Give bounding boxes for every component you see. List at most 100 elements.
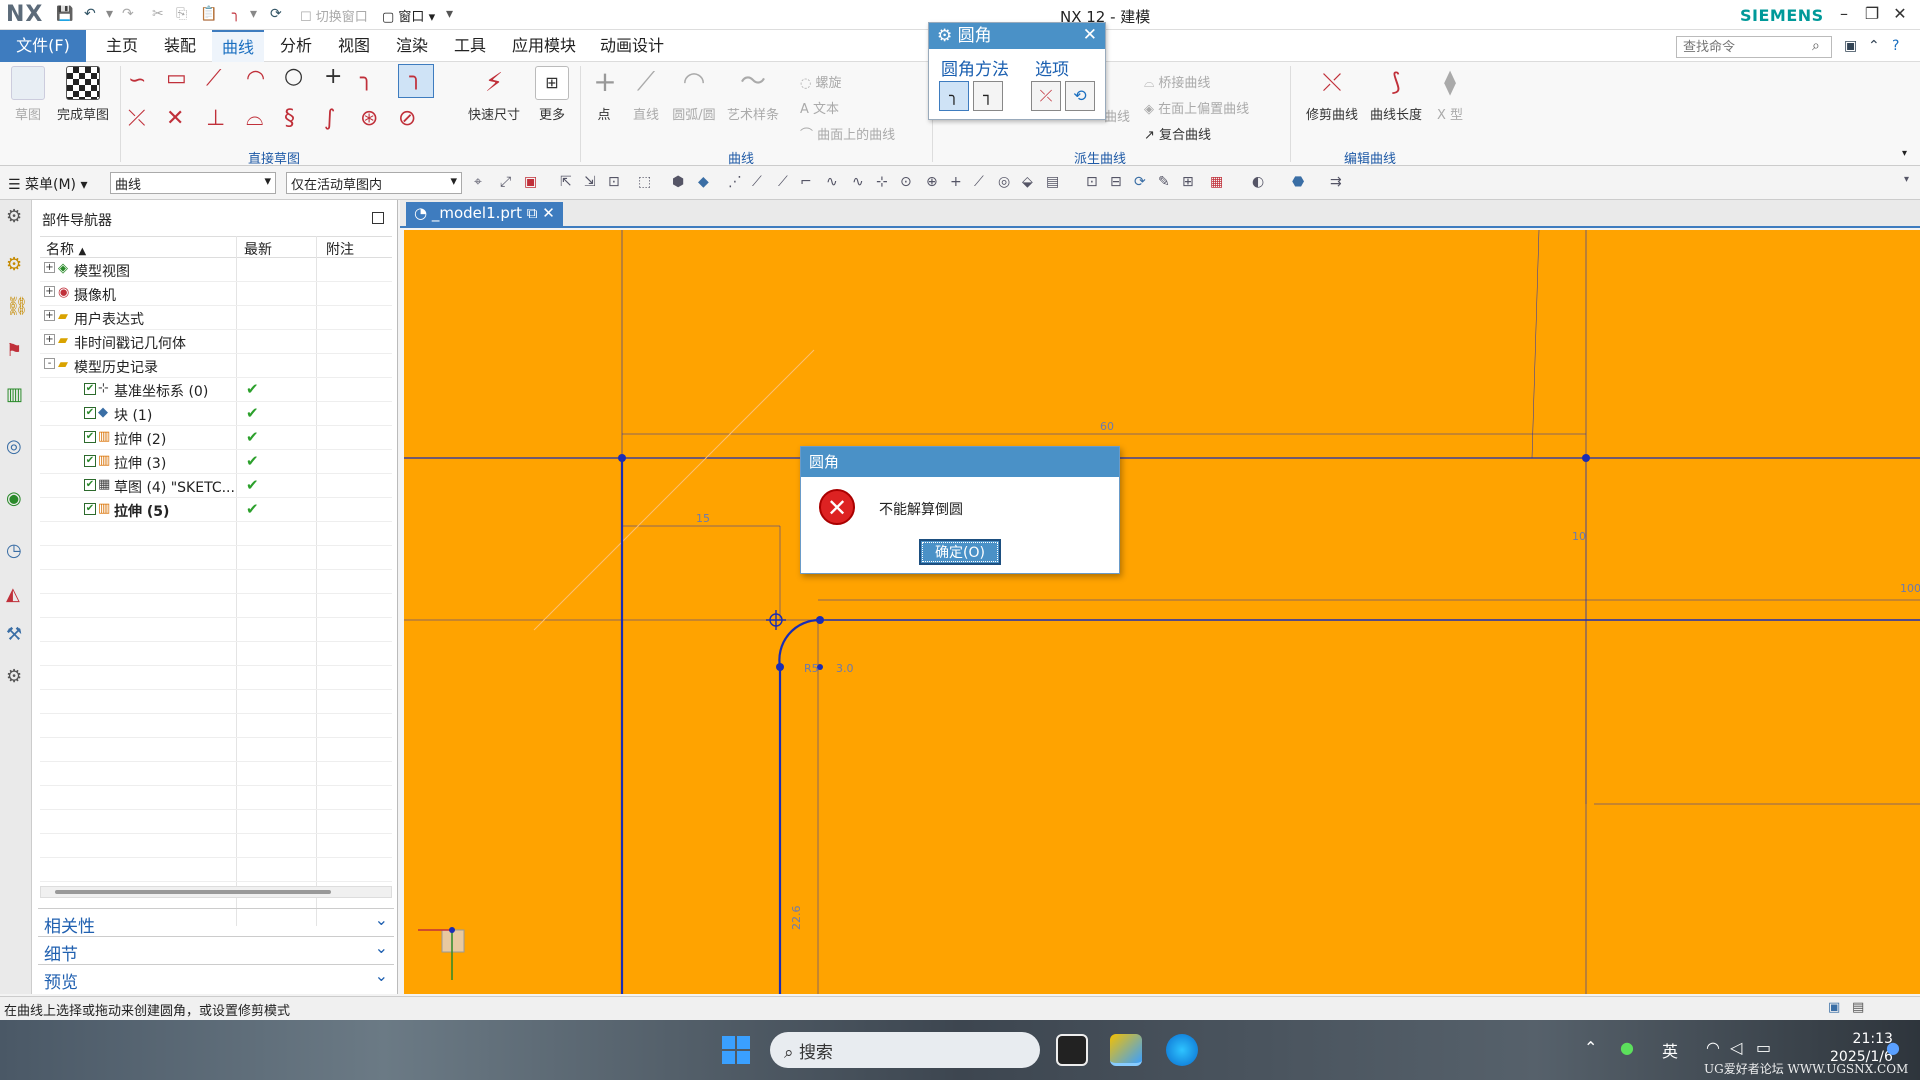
roles-icon[interactable]: ⚙ [6, 666, 22, 687]
point-on-curve-icon[interactable]: ⟋ [974, 174, 984, 190]
status-window-icon[interactable]: ▤ [1852, 1000, 1864, 1015]
dimension-label[interactable]: R5 [804, 662, 819, 675]
panel-details[interactable]: 细节 ⌄ [38, 936, 394, 965]
undo-icon[interactable]: ↶ [84, 6, 96, 22]
switch-window-button[interactable]: ☐ 切换窗口 [300, 6, 368, 25]
undo-dropdown-icon[interactable]: ▾ [106, 6, 113, 22]
arc-icon[interactable]: ◠ [246, 66, 265, 91]
trim-curve-button[interactable]: ⤬ 修剪曲线 [1302, 66, 1362, 123]
search-icon[interactable]: ⌕ [1812, 38, 1820, 54]
tab-analysis[interactable]: 分析 [270, 30, 322, 62]
expand-icon[interactable]: + [44, 286, 55, 297]
ok-button[interactable]: 确定(O) [919, 539, 1001, 565]
nx-app-icon[interactable] [1110, 1034, 1142, 1066]
view-icon[interactable]: ⊡ [1086, 174, 1098, 190]
text-button[interactable]: A 文本 [800, 98, 839, 117]
tangent-icon[interactable]: ⊕ [926, 174, 938, 190]
line-icon[interactable]: ⟋ [206, 66, 221, 91]
battery-icon[interactable]: ▭ [1756, 1038, 1771, 1057]
bridge-curve-button[interactable]: ⌓ 桥接曲线 [1144, 72, 1210, 91]
part-navigator-icon[interactable]: ⚑ [6, 340, 22, 361]
fillet-dropdown-icon[interactable]: ▾ [250, 6, 257, 22]
tray-overflow-icon[interactable]: ⌃ [1584, 1038, 1597, 1057]
tab-tools[interactable]: 工具 [444, 30, 496, 62]
tab-render[interactable]: 渲染 [386, 30, 438, 62]
ribbon-options-icon[interactable]: ▣ [1844, 38, 1857, 54]
body-icon[interactable]: ◆ [698, 174, 709, 190]
document-tab[interactable]: ◔ _model1.prt ⧉ ✕ [406, 202, 563, 226]
ribbon-options-chevron-icon[interactable]: ▾ [1902, 148, 1907, 159]
pan-icon[interactable]: ✎ [1158, 174, 1170, 190]
select-icon[interactable]: ⇱ [560, 174, 572, 190]
profile-icon[interactable]: ∽ [128, 68, 146, 93]
checkbox-icon[interactable]: ✔ [84, 407, 96, 419]
mid-point-icon[interactable]: ⟋ [778, 174, 788, 190]
navigator-row[interactable]: + ◉ 摄像机 [40, 282, 392, 306]
cut-icon[interactable]: ✂ [152, 6, 164, 22]
tab-home[interactable]: 主页 [96, 30, 148, 62]
quick-trim-icon[interactable]: ✕ [166, 106, 184, 131]
dimension-label[interactable]: 100 [1900, 582, 1920, 595]
sketch-button[interactable]: 草图 [8, 66, 48, 123]
control-point-icon[interactable]: ⌐ [800, 174, 812, 190]
hd3d-tools-icon[interactable]: ◎ [6, 436, 22, 457]
help-icon[interactable]: ? [1892, 38, 1899, 54]
dimension-label[interactable]: 22.6 [790, 906, 803, 931]
pattern-curve-icon[interactable]: ∫ [324, 106, 335, 131]
studio-spline-button[interactable]: 〜 艺术样条 [724, 66, 782, 123]
finish-sketch-button[interactable]: 完成草图 [52, 66, 114, 123]
checkbox-icon[interactable]: ✔ [84, 383, 96, 395]
dimension-label[interactable]: 60 [1100, 420, 1114, 433]
curve-on-surface-button[interactable]: ⌒ 曲面上的曲线 [800, 124, 895, 143]
graphics-window[interactable]: 60 15 R5 3.0 100 10 22.6 [404, 230, 1920, 994]
tab-application[interactable]: 应用模块 [502, 30, 586, 62]
shading-icon[interactable]: ◐ [1252, 174, 1264, 190]
rapid-dimension-button[interactable]: ⚡ 快速尺寸 [462, 66, 526, 123]
panel-dependencies[interactable]: 相关性 ⌄ [38, 908, 394, 937]
file-menu-tab[interactable]: 文件(F) [0, 30, 86, 62]
arc-circle-button[interactable]: ◠ 圆弧/圆 [668, 66, 720, 123]
repeat-command-icon[interactable]: ⟳ [270, 6, 282, 22]
checkbox-icon[interactable]: ✔ [84, 503, 96, 515]
navigator-row[interactable]: - ▰ 模型历史记录 [40, 354, 392, 378]
tab-animation-design[interactable]: 动画设计 [590, 30, 674, 62]
rotate-icon[interactable]: ⟳ [1134, 174, 1146, 190]
collapse-icon[interactable]: - [44, 358, 55, 369]
wifi-icon[interactable]: ◠ [1706, 1038, 1720, 1057]
circle-center-icon[interactable]: ⊙ [900, 174, 912, 190]
fillet-sketch-icon[interactable]: ╮ [360, 66, 373, 91]
x-type-button[interactable]: ⧫ X 型 [1430, 66, 1470, 123]
redo-icon[interactable]: ↷ [122, 6, 134, 22]
taskbar-search-box[interactable]: ⌕ 搜索 [770, 1032, 1040, 1068]
curve-length-button[interactable]: ⟆ 曲线长度 [1366, 66, 1426, 123]
snap-icon[interactable]: ⤢ [500, 174, 511, 190]
wechat-icon[interactable]: ● [1620, 1038, 1634, 1057]
navigator-row[interactable]: ✔ ⊹ 基准坐标系 (0) ✔ [40, 378, 392, 402]
arc-center-icon[interactable]: ∿ [852, 174, 864, 190]
select-icon[interactable]: ⊡ [608, 174, 620, 190]
pole-icon[interactable]: ▤ [1046, 174, 1059, 190]
expand-icon[interactable]: + [44, 334, 55, 345]
select-all-icon[interactable]: ▣ [524, 174, 537, 190]
trim-fillet-icon[interactable]: ╮ [939, 81, 969, 111]
expand-icon[interactable]: + [44, 262, 55, 273]
tab-assembly[interactable]: 装配 [154, 30, 206, 62]
window-menu[interactable]: ▢ 窗口 ▾ [382, 6, 435, 25]
fillet-active-icon[interactable]: ╮ [398, 64, 434, 98]
navigator-row[interactable]: ✔ ▦ 草图 (4) "SKETC... ✔ [40, 474, 392, 498]
close-icon[interactable]: ✕ [1083, 25, 1097, 45]
helix-button[interactable]: ◌ 螺旋 [800, 72, 842, 91]
offset-on-face-button[interactable]: ◈ 在面上偏置曲线 [1144, 98, 1249, 117]
restore-icon[interactable]: ❐ [1858, 4, 1886, 23]
snap-icon[interactable]: ⌖ [474, 174, 482, 190]
windows-start-icon[interactable] [722, 1036, 750, 1064]
untrim-fillet-icon[interactable]: ┐ [973, 81, 1003, 111]
column-comment[interactable]: 附注 [326, 239, 354, 259]
notification-bell-icon[interactable]: ● [1886, 1038, 1900, 1057]
ime-indicator[interactable]: 英 [1662, 1038, 1678, 1062]
point-plus-icon[interactable]: + [324, 64, 342, 89]
column-latest[interactable]: 最新 [244, 239, 272, 259]
history-icon[interactable]: ◷ [6, 540, 22, 561]
navigator-row[interactable]: + ◈ 模型视图 [40, 258, 392, 282]
quadrant-icon[interactable]: ⊹ [876, 174, 888, 190]
